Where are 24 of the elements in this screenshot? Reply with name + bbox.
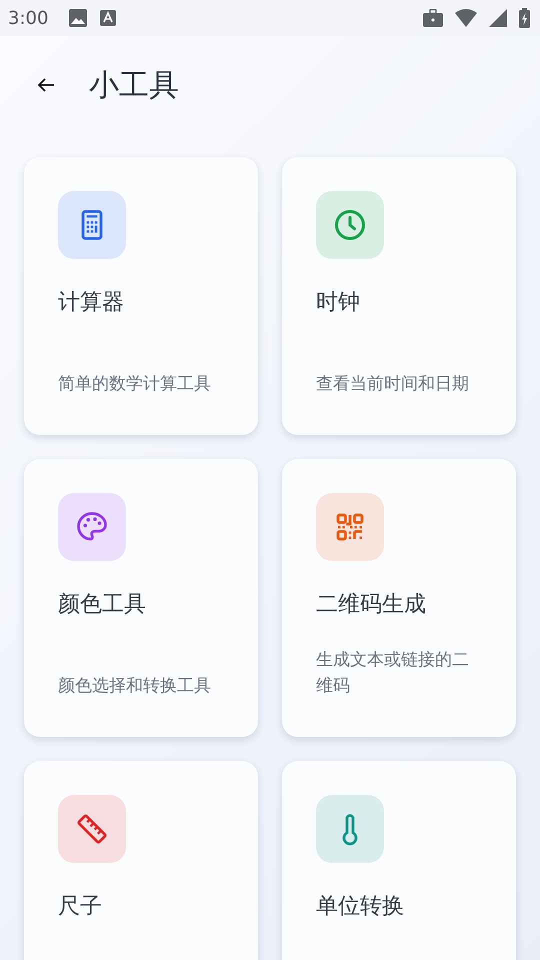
tool-card[interactable]: 颜色工具 颜色选择和转换工具	[24, 459, 258, 737]
tool-title: 二维码生成	[316, 591, 426, 619]
tool-title: 尺子	[58, 893, 102, 921]
tool-title: 计算器	[58, 289, 124, 317]
tool-description: 简单的数学计算工具	[58, 373, 212, 396]
signal-icon	[489, 9, 507, 27]
image-icon	[68, 8, 88, 28]
tool-description: 颜色选择和转换工具	[58, 675, 212, 698]
briefcase-icon	[423, 9, 443, 27]
page-title: 小工具	[89, 66, 179, 104]
tool-card[interactable]: 单位转换	[282, 761, 516, 960]
tool-card[interactable]: 尺子	[24, 761, 258, 960]
wifi-icon	[455, 9, 477, 27]
status-time: 3:00	[8, 8, 48, 28]
tool-title: 时钟	[316, 289, 360, 317]
tool-title: 颜色工具	[58, 591, 146, 619]
tool-title: 单位转换	[316, 893, 404, 921]
tool-description: 查看当前时间和日期	[316, 373, 470, 396]
text-icon	[100, 10, 116, 26]
tool-card[interactable]: 时钟 查看当前时间和日期	[282, 157, 516, 435]
tool-card[interactable]: 二维码生成 生成文本或链接的二维码	[282, 459, 516, 737]
battery-icon	[519, 8, 530, 28]
tool-description: 生成文本或链接的二维码	[316, 649, 470, 698]
tool-card[interactable]: 计算器 简单的数学计算工具	[24, 157, 258, 435]
